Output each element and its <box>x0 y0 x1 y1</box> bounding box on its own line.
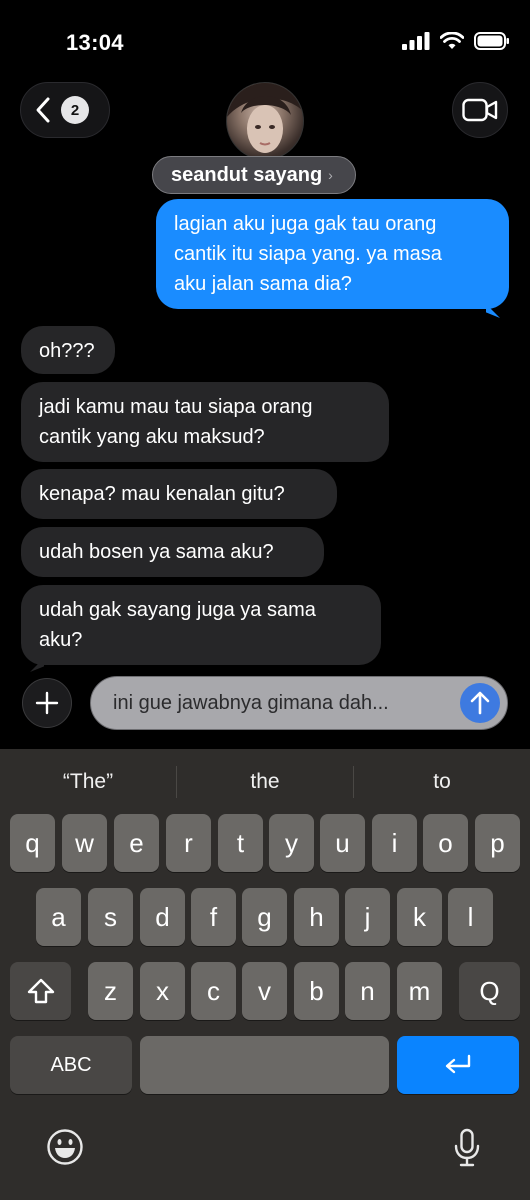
avatar-photo <box>227 83 303 153</box>
message-input-text: ini gue jawabnya gimana dah... <box>113 691 389 714</box>
key-b[interactable]: b <box>294 962 339 1020</box>
message-line: aku? <box>39 629 83 651</box>
message-bubble-received[interactable]: kenapa? mau kenalan gitu? <box>21 469 337 519</box>
key-v[interactable]: v <box>242 962 287 1020</box>
message-bubble-received[interactable]: udah bosen ya sama aku? <box>21 527 324 577</box>
add-attachment-button[interactable] <box>22 678 72 728</box>
key-n[interactable]: n <box>345 962 390 1020</box>
key-a[interactable]: a <box>36 888 81 946</box>
abc-key[interactable]: ABC <box>10 1036 132 1094</box>
key-i[interactable]: i <box>372 814 417 872</box>
message-bubble-sent[interactable]: lagian aku juga gak tau orang cantik itu… <box>156 199 509 309</box>
contact-name: seandut sayang <box>171 163 323 186</box>
key-k[interactable]: k <box>397 888 442 946</box>
key-u[interactable]: u <box>320 814 365 872</box>
chevron-right-icon: › <box>328 167 333 183</box>
key-m[interactable]: m <box>397 962 442 1020</box>
return-key[interactable] <box>397 1036 519 1094</box>
key-y[interactable]: y <box>269 814 314 872</box>
key-o[interactable]: o <box>423 814 468 872</box>
status-icons <box>402 32 510 50</box>
message-line: kenapa? mau kenalan gitu? <box>39 483 285 505</box>
suggestion-1[interactable]: “The” <box>0 770 176 794</box>
key-c[interactable]: c <box>191 962 236 1020</box>
suggestion-3[interactable]: to <box>354 770 530 794</box>
message-line: aku jalan sama dia? <box>174 273 352 295</box>
space-key[interactable] <box>140 1036 389 1094</box>
back-button[interactable]: 2 <box>20 82 110 138</box>
contact-avatar[interactable] <box>226 82 304 160</box>
key-h[interactable]: h <box>294 888 339 946</box>
plus-icon <box>35 691 59 715</box>
emoji-button[interactable] <box>44 1126 86 1168</box>
key-g[interactable]: g <box>242 888 287 946</box>
key-d[interactable]: d <box>140 888 185 946</box>
message-line: udah gak sayang juga ya sama <box>39 599 316 621</box>
cellular-signal-icon <box>402 32 430 50</box>
predictive-suggestions: “The” the to <box>0 749 530 815</box>
message-line: udah bosen ya sama aku? <box>39 541 274 563</box>
emoji-icon <box>47 1129 83 1165</box>
message-line: jadi kamu mau tau siapa orang <box>39 396 313 418</box>
chevron-left-icon <box>36 97 50 123</box>
arrow-up-icon <box>470 691 490 715</box>
shift-icon <box>27 978 54 1004</box>
key-l[interactable]: l <box>448 888 493 946</box>
key-t[interactable]: t <box>218 814 263 872</box>
status-time: 13:04 <box>66 30 124 55</box>
message-bubble-received[interactable]: jadi kamu mau tau siapa orang cantik yan… <box>21 382 389 462</box>
key-r[interactable]: r <box>166 814 211 872</box>
key-z[interactable]: z <box>88 962 133 1020</box>
message-line: lagian aku juga gak tau orang <box>174 213 437 235</box>
message-line: cantik yang aku maksud? <box>39 426 265 448</box>
suggestion-2[interactable]: the <box>177 770 353 794</box>
key-e[interactable]: e <box>114 814 159 872</box>
keyboard: “The” the to q w e r t y u i o p a s d f… <box>0 749 530 1200</box>
battery-icon <box>474 32 509 50</box>
unread-count-badge: 2 <box>61 96 89 124</box>
key-x[interactable]: x <box>140 962 185 1020</box>
message-input[interactable]: ini gue jawabnya gimana dah... <box>90 676 508 730</box>
message-bubble-received[interactable]: oh??? <box>21 326 115 374</box>
contact-name-button[interactable]: seandut sayang › <box>152 156 356 194</box>
wifi-icon <box>440 32 464 49</box>
send-button[interactable] <box>460 683 500 723</box>
video-call-button[interactable] <box>452 82 508 138</box>
key-q[interactable]: q <box>10 814 55 872</box>
video-camera-icon <box>462 98 498 122</box>
return-icon <box>445 1054 471 1074</box>
key-f[interactable]: f <box>191 888 236 946</box>
message-bubble-received[interactable]: udah gak sayang juga ya sama aku? <box>21 585 381 665</box>
key-s[interactable]: s <box>88 888 133 946</box>
status-bar: 13:04 <box>0 0 530 80</box>
key-w[interactable]: w <box>62 814 107 872</box>
shift-key[interactable] <box>10 962 71 1020</box>
microphone-icon <box>454 1128 480 1167</box>
delete-key[interactable]: Q <box>459 962 520 1020</box>
message-line: cantik itu siapa yang. ya masa <box>174 243 442 265</box>
message-line: oh??? <box>39 340 95 362</box>
key-j[interactable]: j <box>345 888 390 946</box>
key-p[interactable]: p <box>475 814 520 872</box>
dictation-button[interactable] <box>446 1126 488 1170</box>
